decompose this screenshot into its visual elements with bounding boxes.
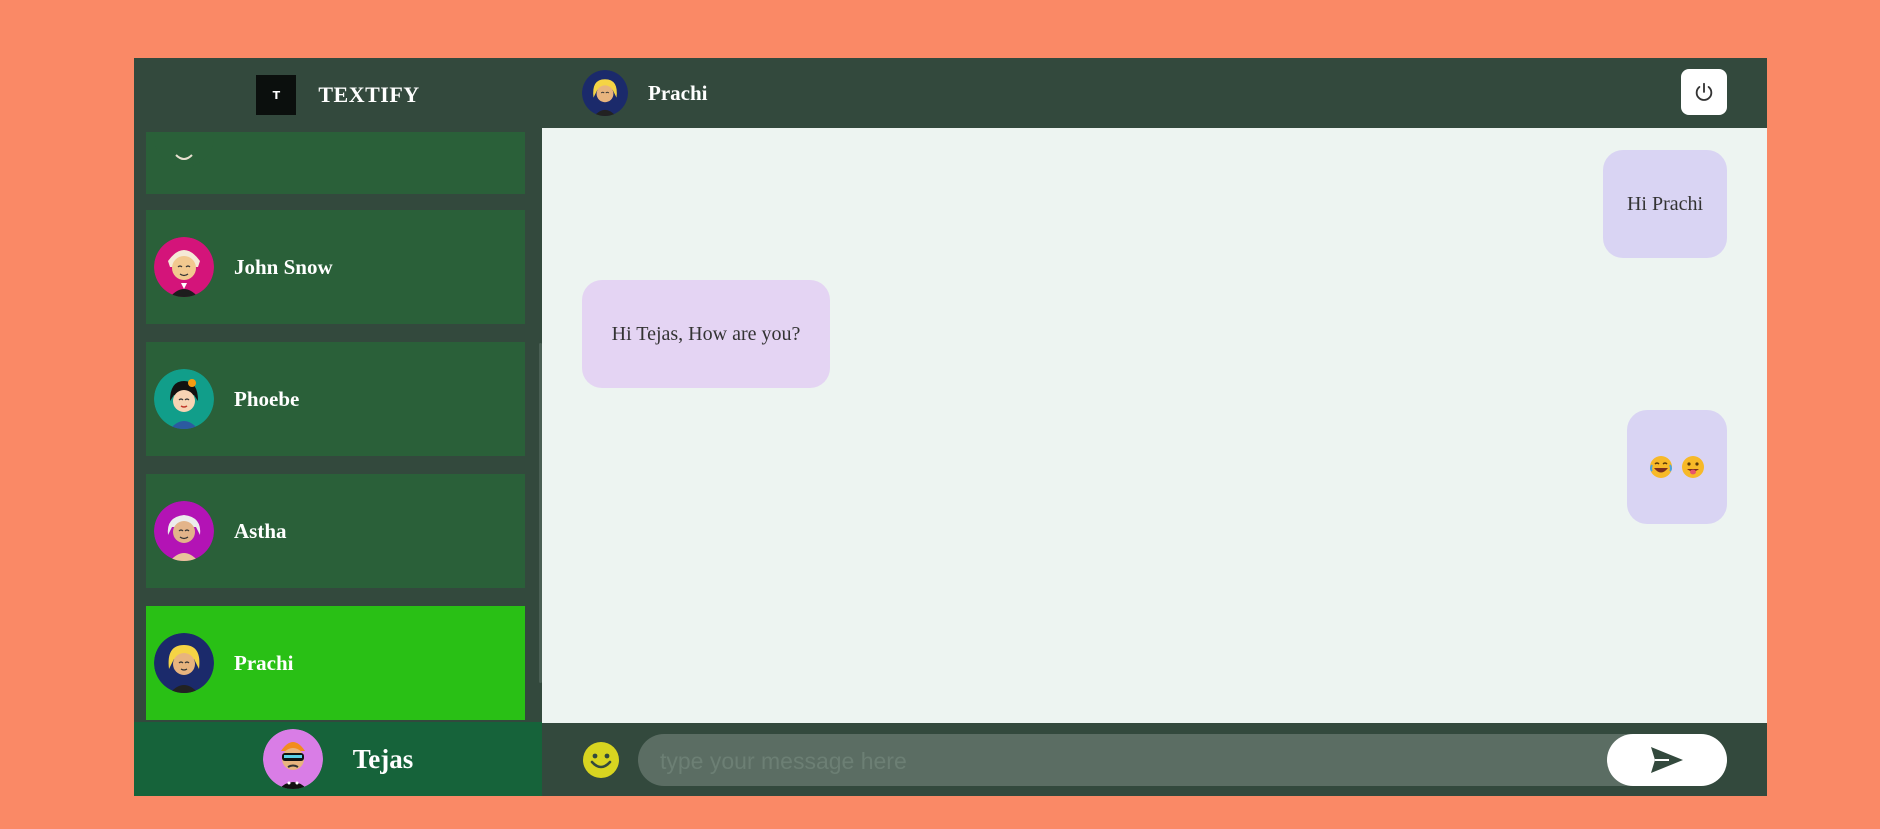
logout-button[interactable]	[1681, 69, 1727, 115]
message-composer	[542, 723, 1767, 796]
power-icon	[1695, 82, 1713, 101]
chat-app: T TEXTIFY John Snow Phoebe Astha Prachi …	[134, 58, 1767, 796]
chat-header: Prachi	[542, 58, 1767, 128]
chat-contact-avatar-icon	[582, 70, 628, 116]
message-text: Hi Tejas, How are you?	[611, 322, 801, 345]
sidebar: T TEXTIFY John Snow Phoebe Astha Prachi …	[134, 58, 542, 796]
current-user-name: Tejas	[352, 743, 414, 774]
emoji-picker-button[interactable]	[582, 741, 620, 779]
contact-avatar-icon	[154, 501, 214, 561]
brand-header: T TEXTIFY	[134, 58, 542, 132]
contact-list: John Snow Phoebe Astha Prachi	[134, 132, 542, 722]
contact-item-john-snow[interactable]: John Snow	[146, 210, 525, 324]
contact-item-astha[interactable]: Astha	[146, 474, 525, 588]
smiley-icon	[583, 741, 619, 778]
chat-contact-name: Prachi	[648, 80, 708, 105]
message-input[interactable]	[658, 734, 1592, 788]
chat-panel: Prachi Hi Prachi Hi Tejas, How are you?	[542, 58, 1767, 796]
send-button[interactable]	[1607, 734, 1727, 786]
app-name: TEXTIFY	[318, 82, 420, 107]
current-user-avatar-icon	[262, 729, 323, 789]
message-bubble-outgoing: Hi Prachi	[1603, 150, 1727, 258]
app-logo: T	[256, 75, 297, 115]
tongue-out-emoji-icon	[1682, 456, 1704, 478]
current-user-panel: Tejas	[134, 722, 542, 796]
contact-avatar-icon	[154, 369, 214, 429]
contact-item-prachi[interactable]: Prachi	[146, 606, 525, 720]
contact-item[interactable]	[146, 132, 525, 194]
contact-name: Prachi	[234, 650, 294, 675]
contact-name: John Snow	[234, 254, 333, 279]
contact-avatar-icon	[154, 237, 214, 297]
laughing-crying-emoji-icon	[1650, 456, 1672, 478]
message-list: Hi Prachi Hi Tejas, How are you?	[542, 128, 1767, 723]
message-bubble-incoming: Hi Tejas, How are you?	[582, 280, 830, 388]
contact-avatar-icon	[154, 633, 214, 693]
contact-name: Phoebe	[234, 386, 300, 411]
message-emojis	[1649, 455, 1705, 479]
message-input-wrapper	[638, 734, 1727, 788]
contact-item-phoebe[interactable]: Phoebe	[146, 342, 525, 456]
contact-name: Astha	[234, 518, 287, 543]
contact-avatar-icon	[154, 132, 214, 167]
message-text: Hi Prachi	[1626, 192, 1704, 215]
send-icon	[1651, 747, 1683, 773]
message-bubble-outgoing	[1627, 410, 1727, 524]
